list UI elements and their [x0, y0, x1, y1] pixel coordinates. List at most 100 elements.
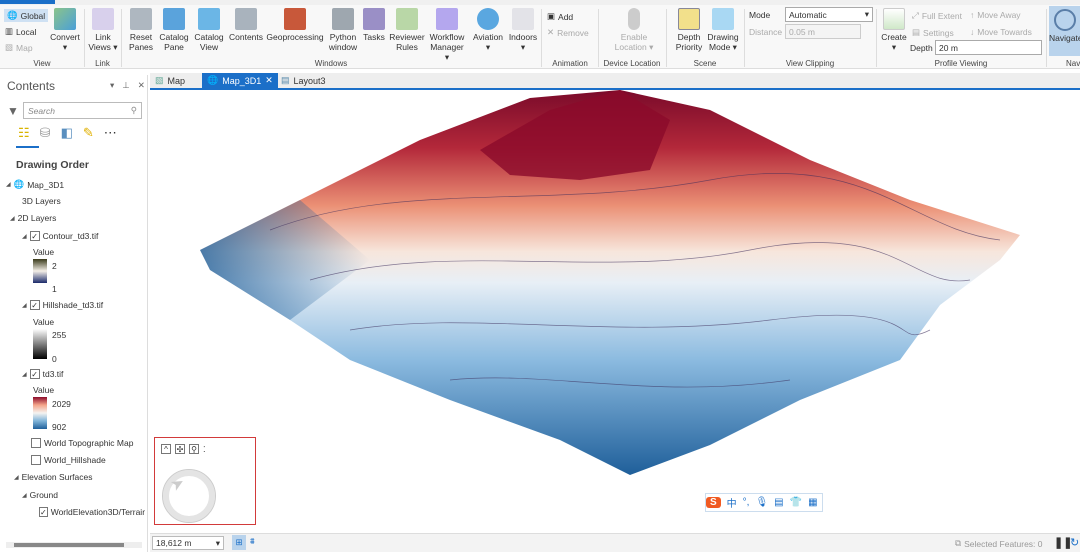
- sogou-logo-icon[interactable]: S: [706, 497, 721, 508]
- hillshade-layer[interactable]: ◢ ✓ Hillshade_td3.tif: [22, 300, 103, 310]
- skin-icon[interactable]: 👕: [790, 497, 802, 508]
- checkbox-unchecked[interactable]: [31, 438, 41, 448]
- elevation-surfaces-node[interactable]: ◢ Elevation Surfaces: [14, 472, 93, 482]
- indoors-button[interactable]: Indoors ▾: [506, 8, 540, 52]
- scale-dropdown[interactable]: 18,612 m ▾: [152, 536, 224, 550]
- checkbox-checked[interactable]: ✓: [39, 507, 48, 517]
- keyboard-icon[interactable]: ▤: [774, 497, 783, 508]
- pane-menu-icon[interactable]: ▾: [110, 80, 114, 91]
- depth-priority-button[interactable]: Depth Priority: [672, 8, 706, 52]
- move-away-button[interactable]: ↑ Move Away: [970, 10, 1021, 20]
- contents-button[interactable]: Contents: [227, 8, 265, 42]
- search-input[interactable]: Search ⚲: [23, 102, 142, 119]
- reviewer-rules-button[interactable]: Reviewer Rules: [388, 8, 426, 52]
- link-views-button[interactable]: Link Views ▾: [88, 8, 118, 52]
- legend-value-label: Value: [33, 317, 55, 327]
- aviation-button[interactable]: Aviation ▾: [470, 8, 506, 52]
- global-button[interactable]: 🌐 Global: [4, 9, 49, 22]
- editing-icon[interactable]: ✎: [83, 125, 94, 141]
- scene-view[interactable]: ^ ✣ ⚲ ⁚ ➤ S 中 °, 🎙 ▤ 👕 ▦: [150, 90, 1080, 532]
- navigate-button[interactable]: Navigate: [1049, 6, 1080, 56]
- selected-features[interactable]: ⧉ Selected Features: 0: [955, 538, 1043, 549]
- select-icon: ⧉: [955, 538, 962, 548]
- distance-label: Distance: [749, 27, 783, 37]
- chevron-down-icon: ▾: [215, 537, 220, 548]
- tab-layout3[interactable]: ▤ Layout3: [276, 73, 331, 88]
- mode-label: Mode: [749, 10, 771, 20]
- toolbox-icon[interactable]: ▦: [808, 497, 817, 508]
- checkbox-checked[interactable]: ✓: [29, 231, 40, 241]
- geoprocessing-button[interactable]: Geoprocessing: [266, 8, 324, 42]
- ime-language-toggle[interactable]: 中: [727, 495, 737, 510]
- airplane-icon: [477, 8, 499, 30]
- world-elevation-layer[interactable]: ✓WorldElevation3D/Terrain3D: [39, 507, 145, 517]
- pan-icon[interactable]: ✣: [175, 444, 185, 454]
- add-keyframe-button[interactable]: ▣ Add: [547, 11, 573, 22]
- python-window-button[interactable]: Python window: [326, 8, 360, 52]
- chevron-down-icon: ▾: [864, 9, 869, 19]
- workflow-manager-button[interactable]: Workflow Manager ▾: [427, 8, 467, 62]
- close-icon[interactable]: ✕: [138, 80, 145, 91]
- more-icon[interactable]: ⋯: [104, 125, 117, 141]
- td3-layer[interactable]: ◢ ✓ td3.tif: [22, 369, 63, 379]
- pin-icon[interactable]: ⊥: [122, 80, 129, 91]
- navigator-control[interactable]: ^ ✣ ⚲ ⁚ ➤: [154, 437, 256, 525]
- create-profile-button[interactable]: Create ▾: [880, 8, 908, 52]
- horizontal-scrollbar[interactable]: [6, 542, 142, 548]
- full-extent-button[interactable]: ⤢ Full Extent: [912, 10, 962, 21]
- map-node[interactable]: ◢ 🌐 Map_3D1: [6, 179, 64, 190]
- local-button[interactable]: ▥ Local: [5, 26, 36, 37]
- world-hillshade-layer[interactable]: World_Hillshade: [31, 455, 106, 465]
- catalog-pane-button[interactable]: Catalog Pane: [158, 8, 190, 52]
- catalog-view-button[interactable]: Catalog View: [192, 8, 226, 52]
- globe-icon: 🌐: [207, 75, 219, 85]
- enable-location-button[interactable]: Enable Location ▾: [606, 8, 662, 52]
- navigator-toolbar: ^ ✣ ⚲ ⁚: [161, 444, 206, 454]
- 3d-layers-node[interactable]: 3D Layers: [22, 196, 61, 206]
- settings-button[interactable]: ▤ Settings: [912, 27, 954, 38]
- collapse-icon[interactable]: ^: [161, 444, 171, 454]
- snapping-icon[interactable]: ⊞: [232, 535, 246, 550]
- selection-icon[interactable]: ◧: [61, 125, 73, 141]
- remove-keyframe-button[interactable]: ✕ Remove: [547, 27, 589, 38]
- reset-panes-button[interactable]: Reset Panes: [125, 8, 157, 52]
- grid-icon[interactable]: ⩩: [250, 536, 255, 547]
- tasks-icon: [363, 8, 385, 30]
- walk-icon[interactable]: ⚲: [189, 444, 199, 454]
- world-topo-layer[interactable]: World Topographic Map: [31, 438, 133, 448]
- settings-icon: ▤: [912, 27, 921, 37]
- drawing-mode-button[interactable]: Drawing Mode ▾: [706, 8, 740, 52]
- reset-panes-icon: [130, 8, 152, 30]
- legend-high: 255: [52, 330, 67, 340]
- map-icon: ▧: [155, 75, 164, 85]
- convert-icon: [54, 8, 76, 30]
- checkbox-checked[interactable]: ✓: [29, 369, 40, 379]
- 2d-layers-node[interactable]: ◢ 2D Layers: [10, 213, 56, 223]
- location-pin-icon: [628, 8, 640, 30]
- microphone-icon[interactable]: 🎙: [755, 497, 768, 508]
- drawing-order-icon[interactable]: ☷: [18, 125, 30, 141]
- distance-input[interactable]: 0.05 m: [785, 24, 861, 39]
- filter-icon[interactable]: ▼: [7, 104, 19, 118]
- contour-layer[interactable]: ◢ ✓ Contour_td3.tif: [22, 231, 98, 241]
- grip-icon[interactable]: ⁚: [203, 445, 206, 454]
- depth-input[interactable]: 20 m: [935, 40, 1042, 55]
- data-source-icon[interactable]: ⛁: [40, 125, 51, 141]
- depth-priority-icon: [678, 8, 700, 30]
- checkbox-checked[interactable]: ✓: [29, 300, 40, 310]
- ribbon: 🌐 Global ▥ Local ▧ Map Convert ▾ View Link V…: [0, 5, 1080, 69]
- checkbox-unchecked[interactable]: [31, 455, 41, 465]
- convert-button[interactable]: Convert ▾: [48, 8, 82, 52]
- tasks-button[interactable]: Tasks: [360, 8, 388, 42]
- map-button[interactable]: ▧ Map: [5, 42, 33, 53]
- legend-value-label: Value: [33, 385, 55, 395]
- ime-punctuation-toggle[interactable]: °,: [743, 497, 750, 508]
- close-icon[interactable]: ✕: [265, 75, 273, 86]
- refresh-icon[interactable]: ↻: [1070, 536, 1079, 549]
- tab-map[interactable]: ▧ Map: [150, 73, 190, 88]
- move-towards-button[interactable]: ↓ Move Towards: [970, 27, 1032, 37]
- tab-map-3d1[interactable]: 🌐 Map_3D1 ✕: [202, 73, 278, 88]
- mode-dropdown[interactable]: Automatic ▾: [785, 7, 873, 22]
- ground-node[interactable]: ◢ Ground: [22, 490, 58, 500]
- active-ribbon-tab[interactable]: [0, 0, 55, 4]
